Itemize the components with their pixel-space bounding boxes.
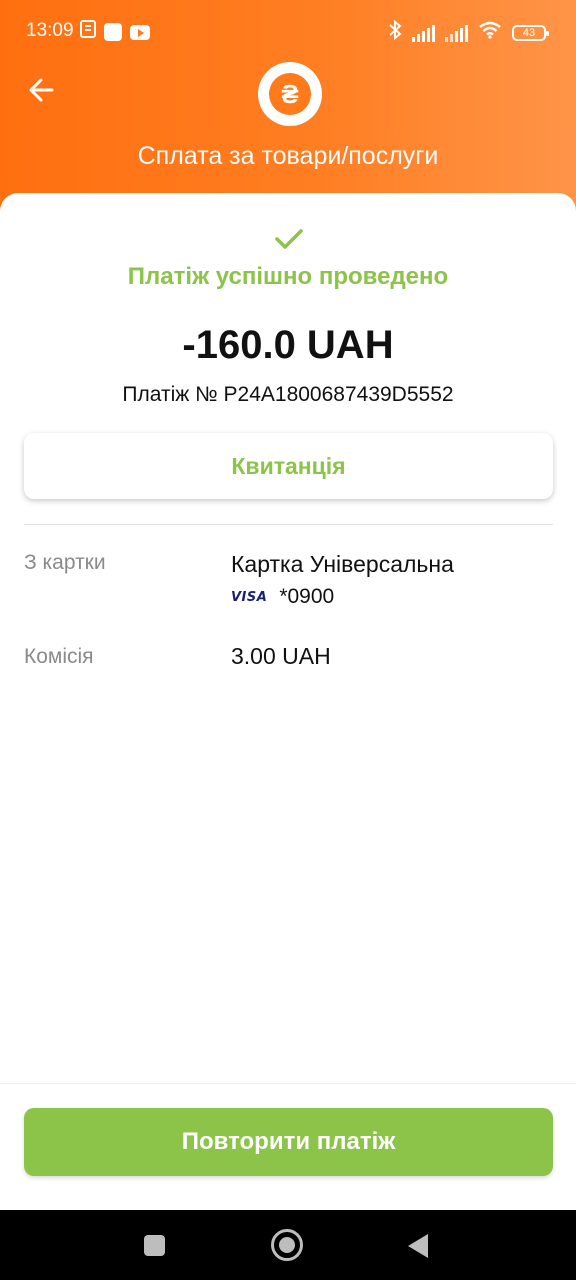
commission-value: 3.00 UAH [231, 643, 331, 669]
nav-back-icon[interactable] [408, 1234, 428, 1258]
youtube-icon [130, 24, 150, 40]
footer-divider [0, 1083, 576, 1084]
page-title: Сплата за товари/послуги [137, 142, 439, 170]
bluetooth-icon [388, 19, 402, 45]
home-icon[interactable] [271, 1229, 303, 1261]
hryvnia-icon: ₴ [269, 73, 311, 115]
signal-icon-2 [445, 24, 468, 42]
status-bar: 13:09 43 [0, 0, 576, 64]
hryvnia-logo: ₴ [258, 62, 322, 126]
payment-amount: -160.0 UAH [182, 323, 394, 367]
card-name: Картка Універсальна [231, 551, 454, 577]
card-mask: *0900 [279, 585, 335, 608]
from-card-label: З картки [24, 551, 106, 574]
repeat-payment-button[interactable]: Повторити платіж [24, 1108, 553, 1176]
card-info: VISA *0900 [231, 585, 334, 609]
status-time: 13:09 [26, 20, 74, 41]
back-arrow-icon[interactable] [24, 72, 60, 108]
header: 13:09 43 ₴ Сплата за товари/послуги [0, 0, 576, 215]
success-status: Платіж успішно проведено [127, 263, 449, 290]
check-icon [274, 227, 304, 251]
recent-apps-icon[interactable] [144, 1235, 165, 1256]
receipt-button[interactable]: Квитанція [24, 433, 553, 499]
payment-result-card: Платіж успішно проведено -160.0 UAH Плат… [0, 193, 576, 1210]
app-notification-icon [104, 23, 122, 41]
visa-icon: VISA [231, 589, 268, 605]
status-notification-icons [80, 20, 150, 44]
wifi-icon [478, 21, 502, 44]
signal-icon [412, 24, 435, 42]
hryvnia-notification-icon [80, 20, 96, 44]
commission-label: Комісія [24, 645, 94, 668]
divider [24, 524, 553, 525]
status-system-icons: 43 [388, 19, 549, 45]
system-nav-bar [0, 1210, 576, 1280]
battery-icon: 43 [512, 24, 549, 41]
payment-number: Платіж № P24A1800687439D5552 [122, 383, 454, 406]
